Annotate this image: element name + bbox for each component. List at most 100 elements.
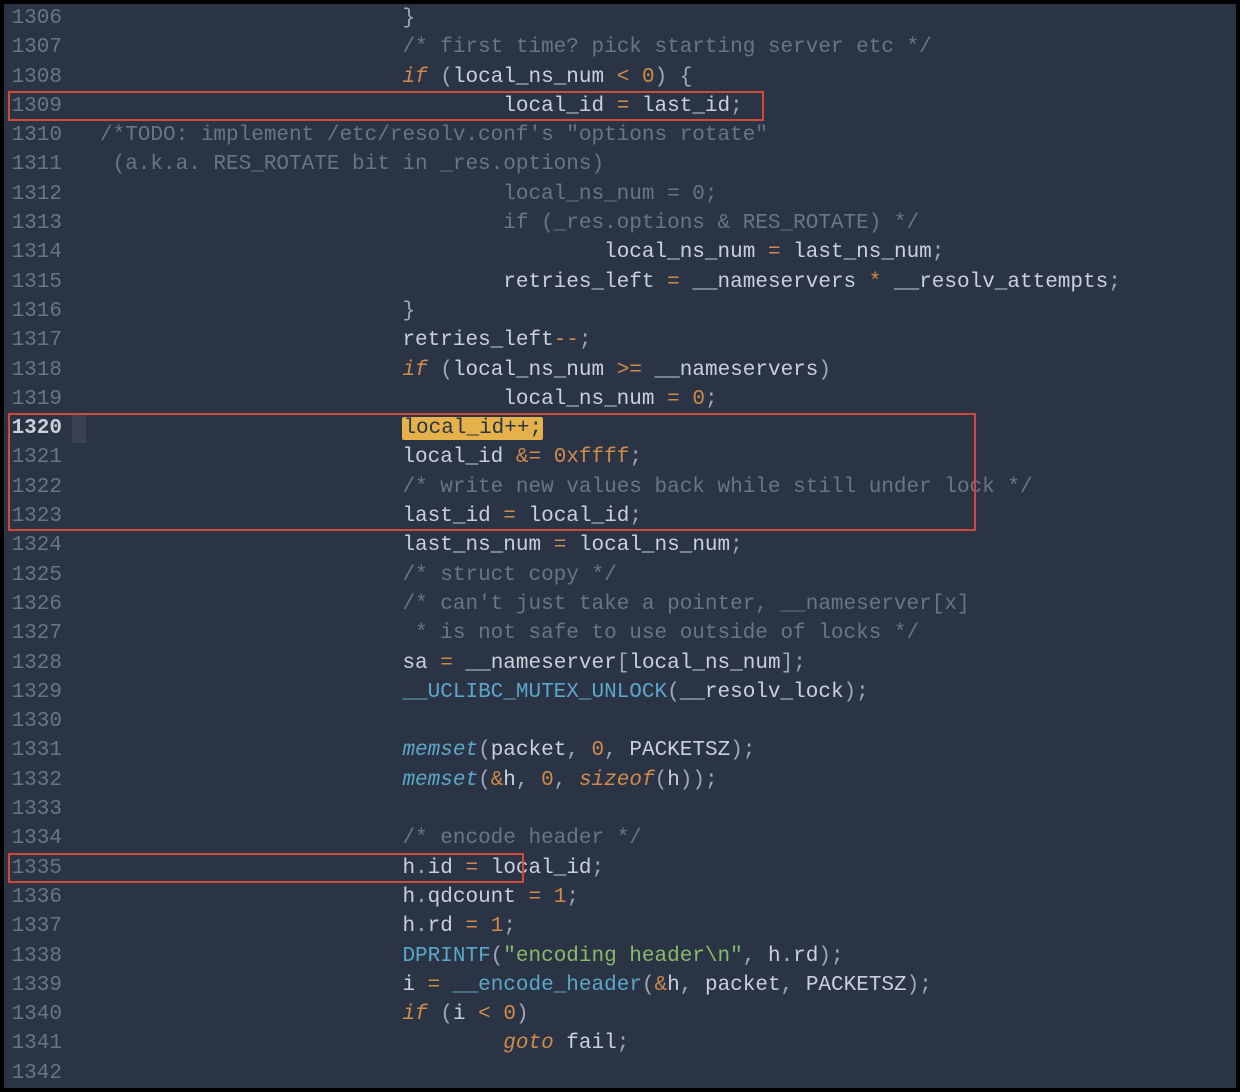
code-content[interactable]: h.id = local_id; bbox=[72, 854, 604, 883]
token-op: >= bbox=[617, 359, 642, 382]
code-line[interactable]: 1328 sa = __nameserver[local_ns_num]; bbox=[4, 649, 1236, 678]
code-content[interactable]: * is not safe to use outside of locks */ bbox=[72, 619, 919, 648]
code-content[interactable]: retries_left = __nameservers * __resolv_… bbox=[72, 268, 1121, 297]
token-whitespace bbox=[100, 476, 402, 499]
code-content[interactable]: h.rd = 1; bbox=[72, 912, 516, 941]
code-content[interactable]: memset(&h, 0, sizeof(h)); bbox=[72, 766, 718, 795]
code-content[interactable]: i = __encode_header(&h, packet, PACKETSZ… bbox=[72, 971, 932, 1000]
code-content[interactable]: local_ns_num = last_ns_num; bbox=[72, 238, 944, 267]
code-line[interactable]: 1326 /* can't just take a pointer, __nam… bbox=[4, 590, 1236, 619]
code-content[interactable]: } bbox=[72, 297, 415, 326]
code-content[interactable]: if (i < 0) bbox=[72, 1000, 529, 1029]
code-content[interactable] bbox=[72, 1059, 100, 1088]
code-content[interactable]: local_ns_num = 0; bbox=[72, 180, 718, 209]
code-content[interactable]: DPRINTF("encoding header\n", h.rd); bbox=[72, 942, 844, 971]
code-line[interactable]: 1340 if (i < 0) bbox=[4, 1000, 1236, 1029]
code-line[interactable]: 1313 if (_res.options & RES_ROTATE) */ bbox=[4, 209, 1236, 238]
code-content[interactable]: goto fail; bbox=[72, 1029, 629, 1058]
token-ident: last_id bbox=[642, 95, 730, 118]
code-content[interactable]: } bbox=[72, 4, 415, 33]
code-line[interactable]: 1323 last_id = local_id; bbox=[4, 502, 1236, 531]
token-ident: local_ns_num bbox=[453, 66, 604, 89]
code-line[interactable]: 1327 * is not safe to use outside of loc… bbox=[4, 619, 1236, 648]
code-line[interactable]: 1325 /* struct copy */ bbox=[4, 561, 1236, 590]
code-content[interactable] bbox=[72, 707, 100, 736]
code-content[interactable]: /* write new values back while still und… bbox=[72, 473, 1033, 502]
code-line[interactable]: 1312 local_ns_num = 0; bbox=[4, 180, 1236, 209]
code-content[interactable]: local_id &= 0xffff; bbox=[72, 443, 642, 472]
code-line[interactable]: 1314 local_ns_num = last_ns_num; bbox=[4, 238, 1236, 267]
code-content[interactable]: local_id = last_id; bbox=[72, 92, 743, 121]
code-content[interactable]: /* struct copy */ bbox=[72, 561, 617, 590]
code-line[interactable]: 1336 h.qdcount = 1; bbox=[4, 883, 1236, 912]
code-line[interactable]: 1315 retries_left = __nameservers * __re… bbox=[4, 268, 1236, 297]
code-line[interactable]: 1335 h.id = local_id; bbox=[4, 854, 1236, 883]
code-content[interactable]: sa = __nameserver[local_ns_num]; bbox=[72, 649, 806, 678]
code-line[interactable]: 1331 memset(packet, 0, PACKETSZ); bbox=[4, 736, 1236, 765]
token-punc: ) bbox=[655, 66, 668, 89]
code-content[interactable]: /* can't just take a pointer, __nameserv… bbox=[72, 590, 970, 619]
code-editor[interactable]: 1306 }1307 /* first time? pick starting … bbox=[4, 4, 1236, 1088]
token-whitespace bbox=[692, 974, 705, 997]
token-punc: ; bbox=[503, 915, 516, 938]
code-line[interactable]: 1319 local_ns_num = 0; bbox=[4, 385, 1236, 414]
token-ident: PACKETSZ bbox=[629, 739, 730, 762]
code-line[interactable]: 1322 /* write new values back while stil… bbox=[4, 473, 1236, 502]
code-line[interactable]: 1318 if (local_ns_num >= __nameservers) bbox=[4, 356, 1236, 385]
code-content[interactable]: __UCLIBC_MUTEX_UNLOCK(__resolv_lock); bbox=[72, 678, 869, 707]
code-line[interactable]: 1307 /* first time? pick starting server… bbox=[4, 33, 1236, 62]
code-content[interactable]: /*TODO: implement /etc/resolv.conf's "op… bbox=[72, 121, 768, 150]
code-line[interactable]: 1329 __UCLIBC_MUTEX_UNLOCK(__resolv_lock… bbox=[4, 678, 1236, 707]
token-ident: local_ns_num bbox=[453, 359, 604, 382]
code-line[interactable]: 1342 bbox=[4, 1059, 1236, 1088]
code-content[interactable]: retries_left--; bbox=[72, 326, 592, 355]
code-content[interactable]: local_ns_num = 0; bbox=[72, 385, 718, 414]
token-ident: i bbox=[402, 974, 415, 997]
token-whitespace bbox=[642, 359, 655, 382]
token-comment: /* first time? pick starting server etc … bbox=[402, 36, 931, 59]
token-punc: ) bbox=[818, 359, 831, 382]
code-line[interactable]: 1332 memset(&h, 0, sizeof(h)); bbox=[4, 766, 1236, 795]
code-line[interactable]: 1339 i = __encode_header(&h, packet, PAC… bbox=[4, 971, 1236, 1000]
code-content[interactable] bbox=[72, 795, 100, 824]
code-line[interactable]: 1311 (a.k.a. RES_ROTATE bit in _res.opti… bbox=[4, 150, 1236, 179]
token-punc: ) bbox=[692, 769, 705, 792]
code-content[interactable]: (a.k.a. RES_ROTATE bit in _res.options) bbox=[72, 150, 604, 179]
token-whitespace bbox=[604, 66, 617, 89]
token-punc: ; bbox=[793, 652, 806, 675]
token-num: 0 bbox=[642, 66, 655, 89]
line-number: 1328 bbox=[4, 649, 72, 678]
code-content[interactable]: last_ns_num = local_ns_num; bbox=[72, 531, 743, 560]
token-ident: local_id bbox=[503, 95, 604, 118]
code-content[interactable]: /* first time? pick starting server etc … bbox=[72, 33, 932, 62]
code-content[interactable]: if (_res.options & RES_ROTATE) */ bbox=[72, 209, 919, 238]
code-line[interactable]: 1317 retries_left--; bbox=[4, 326, 1236, 355]
token-punc: . bbox=[781, 945, 794, 968]
token-whitespace bbox=[529, 769, 542, 792]
token-ident: qdcount bbox=[428, 886, 516, 909]
code-line[interactable]: 1320 local_id++; bbox=[4, 414, 1236, 443]
code-content[interactable]: last_id = local_id; bbox=[72, 502, 642, 531]
code-content[interactable]: memset(packet, 0, PACKETSZ); bbox=[72, 736, 755, 765]
token-whitespace bbox=[100, 446, 402, 469]
code-line[interactable]: 1310/*TODO: implement /etc/resolv.conf's… bbox=[4, 121, 1236, 150]
code-line[interactable]: 1324 last_ns_num = local_ns_num; bbox=[4, 531, 1236, 560]
line-number: 1339 bbox=[4, 971, 72, 1000]
code-line[interactable]: 1338 DPRINTF("encoding header\n", h.rd); bbox=[4, 942, 1236, 971]
code-line[interactable]: 1337 h.rd = 1; bbox=[4, 912, 1236, 941]
code-content[interactable]: /* encode header */ bbox=[72, 824, 642, 853]
code-line[interactable]: 1309 local_id = last_id; bbox=[4, 92, 1236, 121]
code-content[interactable]: h.qdcount = 1; bbox=[72, 883, 579, 912]
code-line[interactable]: 1341 goto fail; bbox=[4, 1029, 1236, 1058]
code-content[interactable]: if (local_ns_num >= __nameservers) bbox=[72, 356, 831, 385]
code-line[interactable]: 1308 if (local_ns_num < 0) { bbox=[4, 63, 1236, 92]
code-line[interactable]: 1334 /* encode header */ bbox=[4, 824, 1236, 853]
code-line[interactable]: 1306 } bbox=[4, 4, 1236, 33]
code-line[interactable]: 1321 local_id &= 0xffff; bbox=[4, 443, 1236, 472]
code-line[interactable]: 1333 bbox=[4, 795, 1236, 824]
token-whitespace bbox=[100, 886, 402, 909]
code-content[interactable]: if (local_ns_num < 0) { bbox=[72, 63, 692, 92]
code-line[interactable]: 1316 } bbox=[4, 297, 1236, 326]
code-content[interactable]: local_id++; bbox=[72, 414, 543, 443]
code-line[interactable]: 1330 bbox=[4, 707, 1236, 736]
